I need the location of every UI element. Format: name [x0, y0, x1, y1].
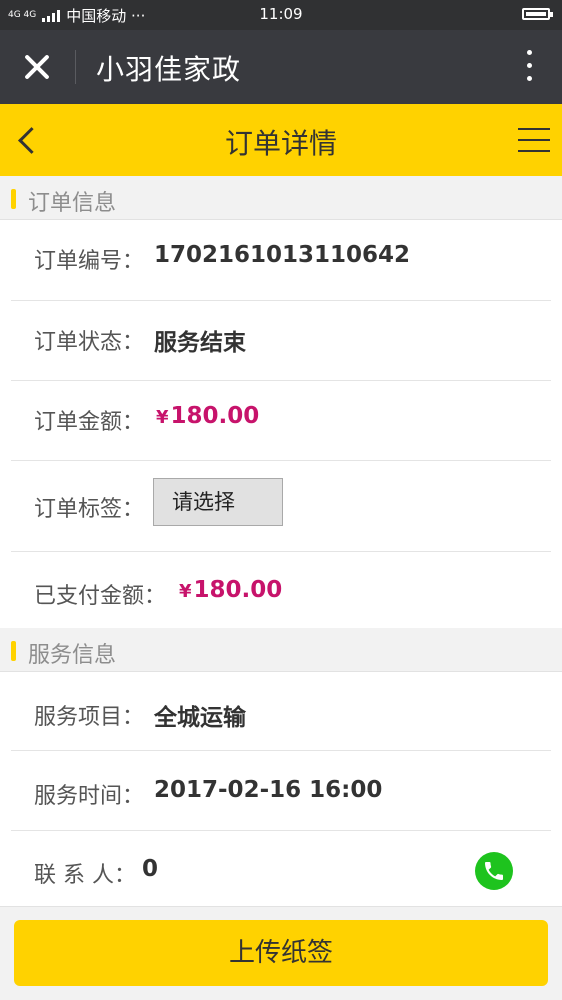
order-tag-label: 订单标签： — [34, 497, 145, 522]
page-header: 订单详情 — [0, 104, 562, 176]
clock: 11:09 — [259, 5, 303, 23]
order-status-label: 订单状态： — [34, 330, 145, 355]
order-amount-label: 订单金额： — [34, 410, 145, 435]
order-number-label: 订单编号： — [34, 249, 145, 274]
phone-icon[interactable] — [475, 852, 513, 890]
section-marker — [11, 641, 16, 661]
order-number-row: 订单编号： 1702161013110642 — [11, 220, 551, 301]
order-amount-row: 订单金额： ¥180.00 — [11, 381, 551, 461]
service-time-row: 服务时间： 2017-02-16 16:00 — [11, 751, 551, 831]
section-header-order-info: 订单信息 — [0, 176, 562, 220]
upload-signature-button[interactable]: 上传纸签 — [14, 920, 548, 986]
service-item-label: 服务项目： — [34, 705, 145, 730]
service-time-label: 服务时间： — [34, 784, 145, 809]
order-amount-value: ¥180.00 — [156, 403, 259, 429]
service-info-list: 服务项目： 全城运输 服务时间： 2017-02-16 16:00 联 系 人：… — [0, 672, 562, 906]
order-tag-row: 订单标签： 请选择 — [11, 461, 551, 552]
service-item-row: 服务项目： 全城运输 — [11, 672, 551, 751]
paid-amount-value: ¥180.00 — [179, 577, 282, 603]
app-title: 小羽佳家政 — [96, 53, 242, 86]
section-marker — [11, 189, 16, 209]
order-number-value: 1702161013110642 — [154, 242, 411, 268]
battery-icon — [522, 8, 553, 20]
paid-amount-row: 已支付金额： ¥180.00 — [11, 552, 551, 630]
paid-amount-number: 180.00 — [193, 577, 283, 603]
service-item-value: 全城运输 — [154, 705, 246, 731]
contact-value: 0 — [142, 856, 159, 882]
wechat-title-bar: 小羽佳家政 — [0, 30, 562, 104]
order-status-value: 服务结束 — [154, 330, 246, 356]
service-time-value: 2017-02-16 16:00 — [154, 777, 383, 803]
order-tag-select[interactable]: 请选择 — [153, 478, 283, 526]
close-icon[interactable] — [20, 50, 54, 84]
section-title: 订单信息 — [28, 191, 117, 216]
hamburger-icon[interactable] — [518, 128, 550, 154]
paid-amount-label: 已支付金额： — [34, 584, 167, 609]
section-header-service-info: 服务信息 — [0, 628, 562, 672]
more-vertical-icon[interactable] — [524, 50, 534, 84]
order-amount-number: 180.00 — [170, 403, 260, 429]
contact-label: 联 系 人： — [34, 863, 136, 888]
currency-symbol: ¥ — [156, 407, 169, 428]
divider — [75, 50, 76, 84]
bottom-bar: 上传纸签 — [0, 906, 562, 1000]
section-title: 服务信息 — [28, 643, 117, 668]
page-title: 订单详情 — [224, 127, 337, 160]
phone-glyph — [485, 862, 503, 880]
currency-symbol: ¥ — [179, 581, 192, 602]
order-status-row: 订单状态： 服务结束 — [11, 301, 551, 381]
order-info-list: 订单编号： 1702161013110642 订单状态： 服务结束 订单金额： … — [0, 220, 562, 628]
status-bar: 4G 4G 中国移动 ··· 11:09 — [0, 0, 562, 30]
contact-row: 联 系 人： 0 — [11, 831, 551, 907]
